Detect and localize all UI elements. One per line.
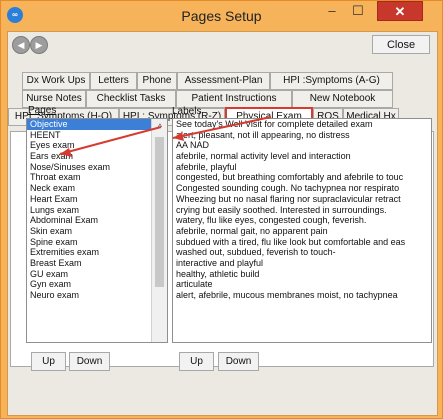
labels-header: Labels [172, 106, 202, 117]
tab-assessment-plan[interactable]: Assessment-Plan [177, 72, 270, 90]
page-item-extremities-exam[interactable]: Extremities exam [27, 247, 151, 258]
labels-down-button[interactable]: Down [218, 352, 259, 371]
page-item-gu-exam[interactable]: GU exam [27, 269, 151, 280]
label-item[interactable]: Congested sounding cough. No tachypnea n… [173, 183, 431, 194]
label-item[interactable]: healthy, athletic build [173, 269, 431, 280]
pages-up-button[interactable]: Up [31, 352, 66, 371]
page-item-spine-exam[interactable]: Spine exam [27, 237, 151, 248]
tab-phone[interactable]: Phone [137, 72, 177, 90]
tab-new-notebook[interactable]: New Notebook [292, 90, 393, 108]
page-item-gyn-exam[interactable]: Gyn exam [27, 279, 151, 290]
pages-list[interactable]: Objective HEENT Eyes exam Ears exam Nose… [26, 118, 168, 343]
toolbar: ◀ ▶ Close [8, 32, 437, 58]
title-bar[interactable]: ∞ Pages Setup – ☐ ✕ [1, 1, 442, 31]
pages-setup-window: ∞ Pages Setup – ☐ ✕ ◀ ▶ Close Dx Work Up… [0, 0, 443, 419]
label-item[interactable]: interactive and playful [173, 258, 431, 269]
page-item-neck-exam[interactable]: Neck exam [27, 183, 151, 194]
label-item[interactable]: afebrile, playful [173, 162, 431, 173]
tab-dx-work-ups[interactable]: Dx Work Ups [22, 72, 90, 90]
page-item-skin-exam[interactable]: Skin exam [27, 226, 151, 237]
page-item-abdominal-exam[interactable]: Abdominal Exam [27, 215, 151, 226]
pages-scroll-thumb[interactable] [155, 137, 164, 287]
label-item[interactable]: watery, flu like eyes, congested cough, … [173, 215, 431, 226]
label-item[interactable]: crying but easily soothed. Interested in… [173, 205, 431, 216]
label-item[interactable]: afebrile, normal activity level and inte… [173, 151, 431, 162]
pages-header: Pages [28, 105, 57, 116]
close-button[interactable]: Close [372, 35, 430, 54]
window-close-button[interactable]: ✕ [377, 1, 423, 21]
pages-down-button[interactable]: Down [69, 352, 110, 371]
labels-list[interactable]: See today's Well Visit for complete deta… [172, 118, 432, 343]
labels-up-button[interactable]: Up [179, 352, 214, 371]
forward-arrow-icon[interactable]: ▶ [30, 36, 48, 54]
page-item-lungs-exam[interactable]: Lungs exam [27, 205, 151, 216]
page-item-objective[interactable]: Objective [27, 119, 151, 130]
maximize-button[interactable]: ☐ [345, 1, 371, 21]
page-item-heart-exam[interactable]: Heart Exam [27, 194, 151, 205]
page-item-throat-exam[interactable]: Throat exam [27, 172, 151, 183]
label-item[interactable]: congested, but breathing comfortably and… [173, 172, 431, 183]
minimize-button[interactable]: – [319, 1, 345, 21]
label-item[interactable]: alert, afebrile, mucous membranes moist,… [173, 290, 431, 301]
back-arrow-icon[interactable]: ◀ [12, 36, 30, 54]
page-item-breast-exam[interactable]: Breast Exam [27, 258, 151, 269]
label-item[interactable]: articulate [173, 279, 431, 290]
label-item[interactable]: alert, pleasant, not ill appearing, no d… [173, 130, 431, 141]
scroll-up-arrow-icon[interactable]: ^ [153, 121, 167, 133]
label-item[interactable]: See today's Well Visit for complete deta… [173, 119, 431, 130]
label-item[interactable]: Wheezing but no nasal flaring nor suprac… [173, 194, 431, 205]
label-item[interactable]: AA NAD [173, 140, 431, 151]
pages-items: Objective HEENT Eyes exam Ears exam Nose… [27, 119, 151, 301]
window-title: Pages Setup [181, 8, 262, 24]
tab-checklist-tasks[interactable]: Checklist Tasks [86, 90, 176, 108]
page-item-eyes-exam[interactable]: Eyes exam [27, 140, 151, 151]
page-item-nose-sinuses-exam[interactable]: Nose/Sinuses exam [27, 162, 151, 173]
label-item[interactable]: afebrile, normal gait, no apparent pain [173, 226, 431, 237]
label-item[interactable]: washed out, subdued, feverish to touch- [173, 247, 431, 258]
pages-scrollbar[interactable]: ^ [151, 119, 167, 342]
page-item-ears-exam[interactable]: Ears exam [27, 151, 151, 162]
label-item[interactable]: subdued with a tired, flu like look but … [173, 237, 431, 248]
tab-letters[interactable]: Letters [90, 72, 137, 90]
tab-hpi-symptoms-a-g[interactable]: HPI :Symptoms (A-G) [270, 72, 393, 90]
page-item-neuro-exam[interactable]: Neuro exam [27, 290, 151, 301]
page-item-heent[interactable]: HEENT [27, 130, 151, 141]
